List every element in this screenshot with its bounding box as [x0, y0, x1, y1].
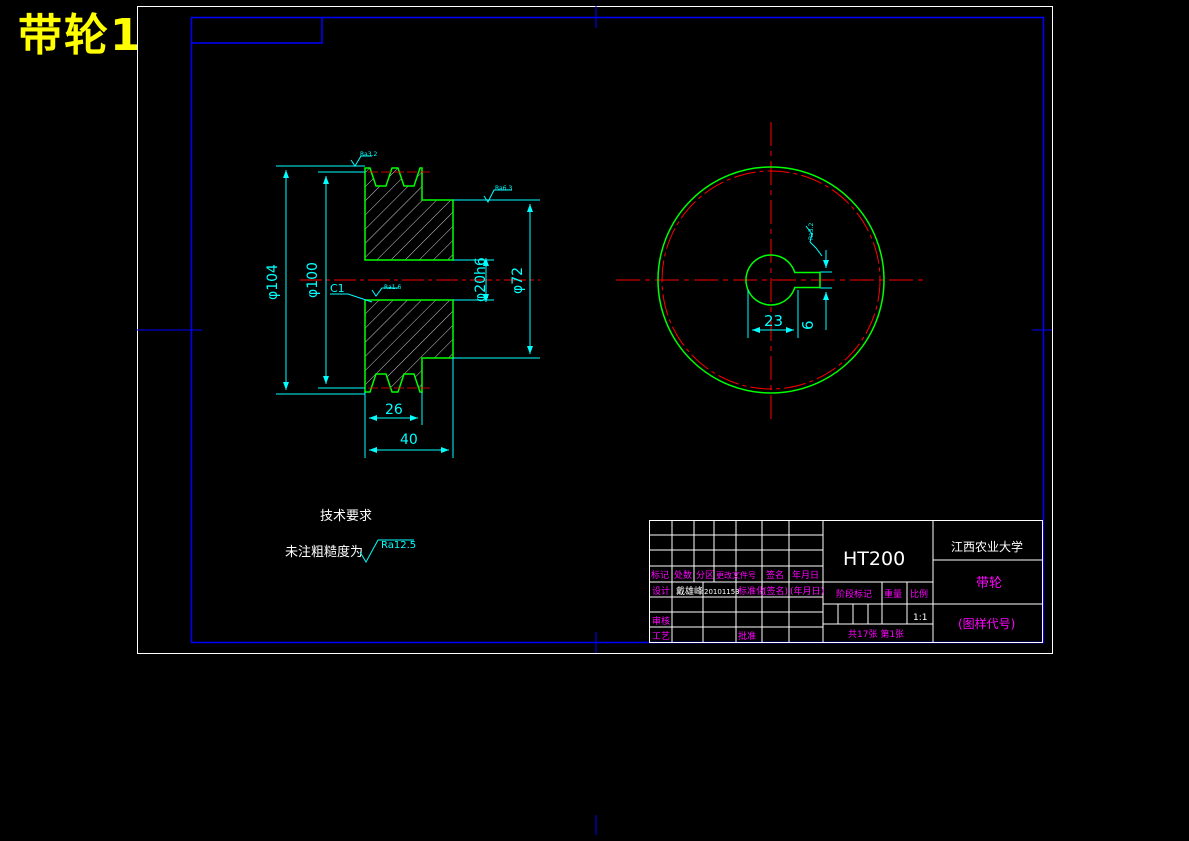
label-count: 处数	[674, 569, 692, 581]
drawing-no: (图样代号)	[958, 616, 1015, 631]
section-hatch-lower	[365, 300, 453, 392]
label-stage: 阶段标记	[836, 588, 872, 600]
label-sign: (签名)	[763, 585, 788, 597]
frame-corner-box	[191, 17, 323, 44]
section-hatch-upper	[365, 168, 453, 260]
roughness-keyway: Ra3.2	[808, 223, 815, 240]
label-zone: 分区	[696, 570, 714, 581]
dim-40: 40	[400, 432, 418, 448]
label-change-doc: 更改文件号	[716, 570, 756, 580]
label-ymd: (年月日)	[790, 585, 824, 597]
tech-note: 未注粗糙度为	[285, 544, 363, 560]
designer: 戴雄峰	[676, 585, 703, 597]
label-signature: 签名	[766, 569, 784, 581]
label-process: 工艺	[652, 631, 670, 642]
dim-c1: C1	[330, 282, 345, 295]
cad-drawing: φ104 φ100 φ20h6 φ72 26 40 C1 Ra3.2 Ra6.3…	[137, 6, 1053, 835]
school: 江西农业大学	[951, 539, 1023, 554]
front-view	[616, 122, 924, 422]
part-name: 带轮	[976, 576, 1002, 591]
roughness-hub: Ra6.3	[495, 185, 512, 192]
roughness-default: Ra12.5	[381, 540, 416, 551]
student-id: 20101153	[704, 588, 740, 596]
dim-d100: φ100	[305, 262, 321, 298]
roughness-bore: Ra1.6	[384, 284, 401, 291]
label-design: 设计	[652, 585, 670, 597]
dim-23: 23	[764, 312, 783, 330]
label-review: 审核	[652, 615, 670, 627]
dim-6: 6	[799, 320, 817, 330]
label-date: 年月日	[792, 569, 819, 581]
dim-d20: φ20h6	[473, 257, 489, 302]
dim-26: 26	[385, 402, 403, 418]
label-scale: 比例	[910, 588, 928, 600]
material: HT200	[843, 548, 905, 570]
sheets: 共17张 第1张	[848, 628, 904, 640]
roughness-rim: Ra3.2	[360, 151, 377, 158]
sheet-border	[137, 6, 1053, 654]
centering-marks	[137, 6, 1052, 835]
scale-value: 1:1	[913, 613, 927, 623]
label-weight: 重量	[884, 588, 902, 600]
label-mark: 标记	[651, 569, 669, 581]
front-dimension-labels: 23 6 Ra3.2	[764, 223, 817, 330]
label-standard: 标准化	[738, 585, 765, 597]
tech-heading: 技术要求	[320, 509, 372, 524]
dim-d72: φ72	[510, 267, 526, 294]
label-approve: 批准	[738, 630, 756, 642]
dim-d104: φ104	[265, 264, 281, 300]
